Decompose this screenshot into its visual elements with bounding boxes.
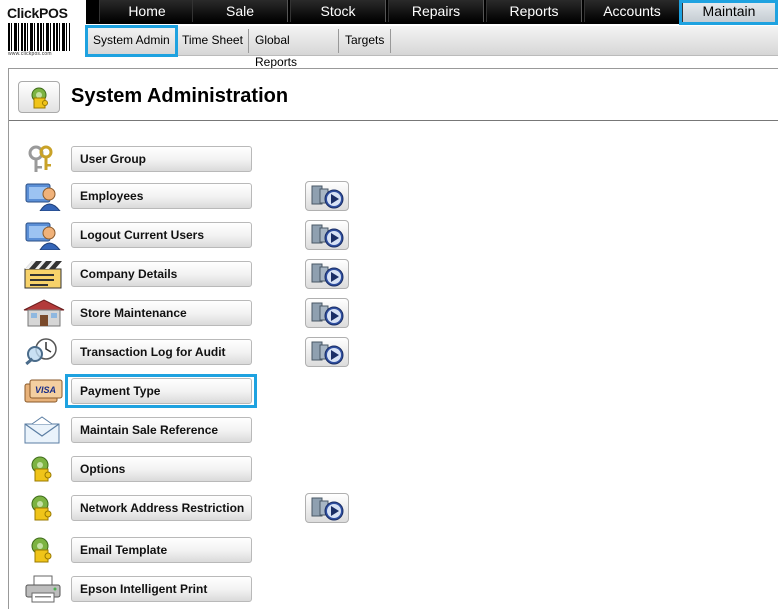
video-tutorial-button[interactable] xyxy=(305,493,349,523)
subtab-time-sheet[interactable]: Time Sheet xyxy=(177,29,249,53)
sub-nav: System Admin Time Sheet Global Reports T… xyxy=(86,26,778,69)
clickpos-logo: ClickPOS www.clickpos.com xyxy=(4,4,82,57)
store-icon xyxy=(22,298,66,328)
options-button[interactable]: Options xyxy=(71,456,252,482)
clock-magnifier-icon xyxy=(22,337,66,367)
video-tutorial-button[interactable] xyxy=(305,259,349,289)
subtab-system-admin[interactable]: System Admin xyxy=(88,29,176,53)
svg-text:VISA: VISA xyxy=(35,385,56,395)
email-template-button[interactable]: Email Template xyxy=(71,537,252,563)
logout-current-users-button[interactable]: Logout Current Users xyxy=(71,222,252,248)
subtab-global-reports[interactable]: Global Reports xyxy=(250,29,339,69)
tab-accounts[interactable]: Accounts xyxy=(584,0,680,22)
tab-sale[interactable]: Sale xyxy=(192,0,288,22)
visa-card-icon: VISA xyxy=(22,376,66,406)
maintain-sale-reference-button[interactable]: Maintain Sale Reference xyxy=(71,417,252,443)
video-tutorial-button[interactable] xyxy=(305,337,349,367)
store-maintenance-button[interactable]: Store Maintenance xyxy=(71,300,252,326)
logo-url: www.clickpos.com xyxy=(8,51,52,57)
puzzle-gear-icon xyxy=(22,493,66,523)
transaction-log-for-audit-button[interactable]: Transaction Log for Audit xyxy=(71,339,252,365)
employees-button[interactable]: Employees xyxy=(71,183,252,209)
keys-icon xyxy=(22,144,66,174)
printer-icon xyxy=(22,574,66,604)
panel-header: System Administration xyxy=(9,69,778,121)
tab-home[interactable]: Home xyxy=(99,0,195,22)
puzzle-gear-icon xyxy=(22,454,66,484)
network-address-restriction-button[interactable]: Network Address Restriction xyxy=(71,495,252,521)
tab-reports[interactable]: Reports xyxy=(486,0,582,22)
page-title: System Administration xyxy=(71,85,289,107)
user-icon xyxy=(22,220,66,250)
envelope-icon xyxy=(22,415,66,445)
logo-text: ClickPOS xyxy=(7,5,68,21)
payment-type-button[interactable]: Payment Type xyxy=(71,378,252,404)
tab-stock[interactable]: Stock xyxy=(290,0,386,22)
video-tutorial-button[interactable] xyxy=(305,181,349,211)
top-nav: Home Sale Stock Repairs Reports Accounts… xyxy=(86,0,778,24)
puzzle-gear-icon xyxy=(18,81,60,113)
puzzle-gear-icon xyxy=(22,535,66,565)
video-tutorial-button[interactable] xyxy=(305,298,349,328)
system-admin-panel: System Administration User Group Employe… xyxy=(8,68,778,609)
tab-repairs[interactable]: Repairs xyxy=(388,0,484,22)
clapperboard-icon xyxy=(22,259,66,289)
barcode-icon xyxy=(8,23,70,51)
subtab-targets[interactable]: Targets xyxy=(340,29,391,53)
company-details-button[interactable]: Company Details xyxy=(71,261,252,287)
epson-intelligent-print-button[interactable]: Epson Intelligent Print xyxy=(71,576,252,602)
user-icon xyxy=(22,181,66,211)
video-tutorial-button[interactable] xyxy=(305,220,349,250)
user-group-button[interactable]: User Group xyxy=(71,146,252,172)
tab-maintain[interactable]: Maintain xyxy=(682,0,776,22)
